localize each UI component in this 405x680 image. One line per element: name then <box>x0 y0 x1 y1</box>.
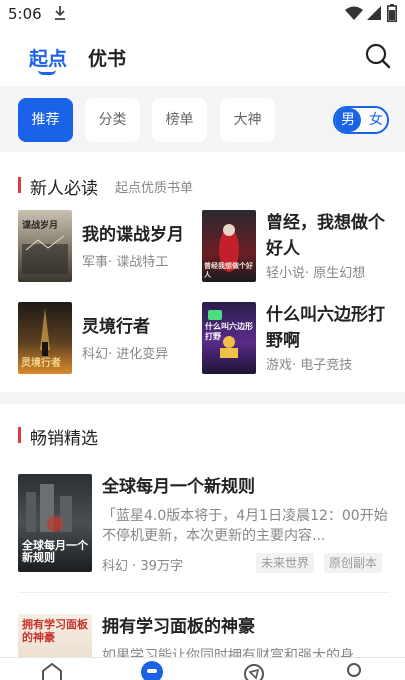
signal-icon <box>367 6 381 20</box>
book-cover-text: 全球每月一个新规则 <box>22 539 88 564</box>
search-icon[interactable] <box>364 42 392 70</box>
book-meta: 轻小说· 原生幻想 <box>266 266 366 281</box>
section-subtitle[interactable]: 起点优质书单 <box>115 177 193 196</box>
book-cover-text: 灵境行者 <box>21 358 61 369</box>
book-title[interactable]: 灵境行者 <box>82 314 194 340</box>
tab-qidian[interactable]: 起点 <box>29 44 67 71</box>
section-accent-bar <box>18 177 21 193</box>
compass-icon[interactable] <box>242 662 266 680</box>
category-classify[interactable]: 分类 <box>85 98 140 142</box>
tab-youshu[interactable]: 优书 <box>88 44 126 71</box>
book-cover-text: 曾经我想做个好人 <box>204 262 253 279</box>
discover-icon[interactable] <box>140 660 164 680</box>
book-tag[interactable]: 原创副本 <box>324 553 383 573</box>
section-divider <box>0 392 405 404</box>
category-rank[interactable]: 榜单 <box>152 98 207 142</box>
book-cover[interactable]: 全球每月一个新规则 <box>18 474 92 572</box>
book-cover[interactable]: 灵境行者 <box>18 302 72 374</box>
book-cover-text: 拥有学习面板的神豪 <box>22 618 88 644</box>
bestseller-section-header: 畅销精选 <box>18 424 218 449</box>
category-masters[interactable]: 大神 <box>220 98 275 142</box>
row-divider <box>18 592 390 593</box>
top-tabs: 起点 优书 <box>0 40 405 84</box>
section-title: 畅销精选 <box>30 429 98 449</box>
wifi-icon <box>345 6 363 20</box>
book-cover[interactable]: 谍战岁月 <box>18 210 72 282</box>
status-bar: 5:06 <box>0 0 405 30</box>
book-title[interactable]: 曾经，我想做个好人 <box>266 210 390 262</box>
gender-toggle[interactable]: 男 女 <box>333 106 389 134</box>
book-cover-text: 什么叫六边形打野 <box>205 322 253 341</box>
book-meta: 科幻 · 39万字 <box>102 559 183 574</box>
gender-female-option[interactable]: 女 <box>363 108 389 132</box>
book-title[interactable]: 我的谍战岁月 <box>82 222 194 248</box>
book-title[interactable]: 什么叫六边形打野啊 <box>266 302 390 354</box>
section-accent-bar <box>18 427 21 443</box>
battery-icon <box>387 4 397 22</box>
download-icon <box>55 6 65 20</box>
new-reader-section-header: 新人必读 起点优质书单 <box>18 174 318 199</box>
book-title[interactable]: 全球每月一个新规则 <box>102 474 392 500</box>
book-meta: 科幻· 进化变异 <box>82 347 169 362</box>
category-recommend[interactable]: 推荐 <box>18 98 73 142</box>
bottom-nav <box>0 657 405 680</box>
bookshelf-icon[interactable] <box>40 662 64 680</box>
book-meta: 军事· 谍战特工 <box>82 255 169 270</box>
book-title[interactable]: 拥有学习面板的神豪 <box>102 614 392 640</box>
book-meta: 游戏· 电子竞技 <box>266 358 353 373</box>
section-title: 新人必读 <box>30 179 98 199</box>
active-tab-indicator <box>38 70 56 75</box>
book-cover-text: 谍战岁月 <box>22 221 59 231</box>
status-time: 5:06 <box>8 5 42 23</box>
book-description: 「蓝星4.0版本将于，4月1日凌晨12：00开始不停机更新，本次更新的主要内容.… <box>102 508 388 544</box>
book-cover[interactable]: 曾经我想做个好人 <box>202 210 256 282</box>
profile-icon[interactable] <box>342 662 366 680</box>
book-cover[interactable]: 什么叫六边形打野 <box>202 302 256 374</box>
book-tag[interactable]: 未来世界 <box>256 553 315 573</box>
gender-male-option[interactable]: 男 <box>335 108 361 132</box>
